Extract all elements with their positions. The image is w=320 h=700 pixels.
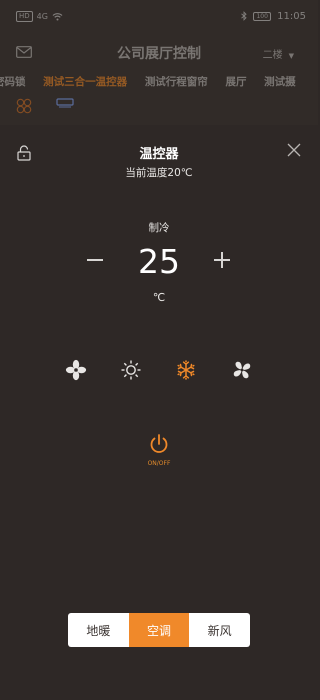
snowflake-mode-icon[interactable] xyxy=(175,359,197,381)
power-button[interactable]: ON/OFF xyxy=(145,433,173,467)
dim-overlay xyxy=(0,0,318,125)
thermostat-panel: 温控器 当前温度20℃ 制冷 25 ℃ ON/OFF 地暖 空调 新风 xyxy=(0,125,318,700)
fan-speed-icon[interactable] xyxy=(231,359,253,381)
panel-title: 温控器 xyxy=(139,147,179,162)
tab-fresh-air[interactable]: 新风 xyxy=(189,613,250,647)
increase-temperature-button[interactable] xyxy=(211,249,233,271)
power-label: ON/OFF xyxy=(147,460,171,467)
mode-selector xyxy=(0,359,318,381)
fan-mode-icon[interactable] xyxy=(65,359,87,381)
close-icon[interactable] xyxy=(287,143,301,157)
tab-air-conditioner[interactable]: 空调 xyxy=(128,613,190,647)
mode-label: 制冷 xyxy=(148,222,170,234)
tab-floor-heating[interactable]: 地暖 xyxy=(68,613,129,647)
current-temperature: 当前温度20℃ xyxy=(125,167,193,179)
background-app: HD 4G 100 11:05 公司展厅控制 二楼▼ 密码锁 测试三合一温 xyxy=(0,0,318,125)
device-type-switch: 地暖 空调 新风 xyxy=(68,613,250,647)
setpoint-value: 25 xyxy=(138,242,180,281)
power-icon xyxy=(150,434,168,453)
sun-mode-icon[interactable] xyxy=(120,359,142,381)
temperature-unit: ℃ xyxy=(152,291,166,304)
